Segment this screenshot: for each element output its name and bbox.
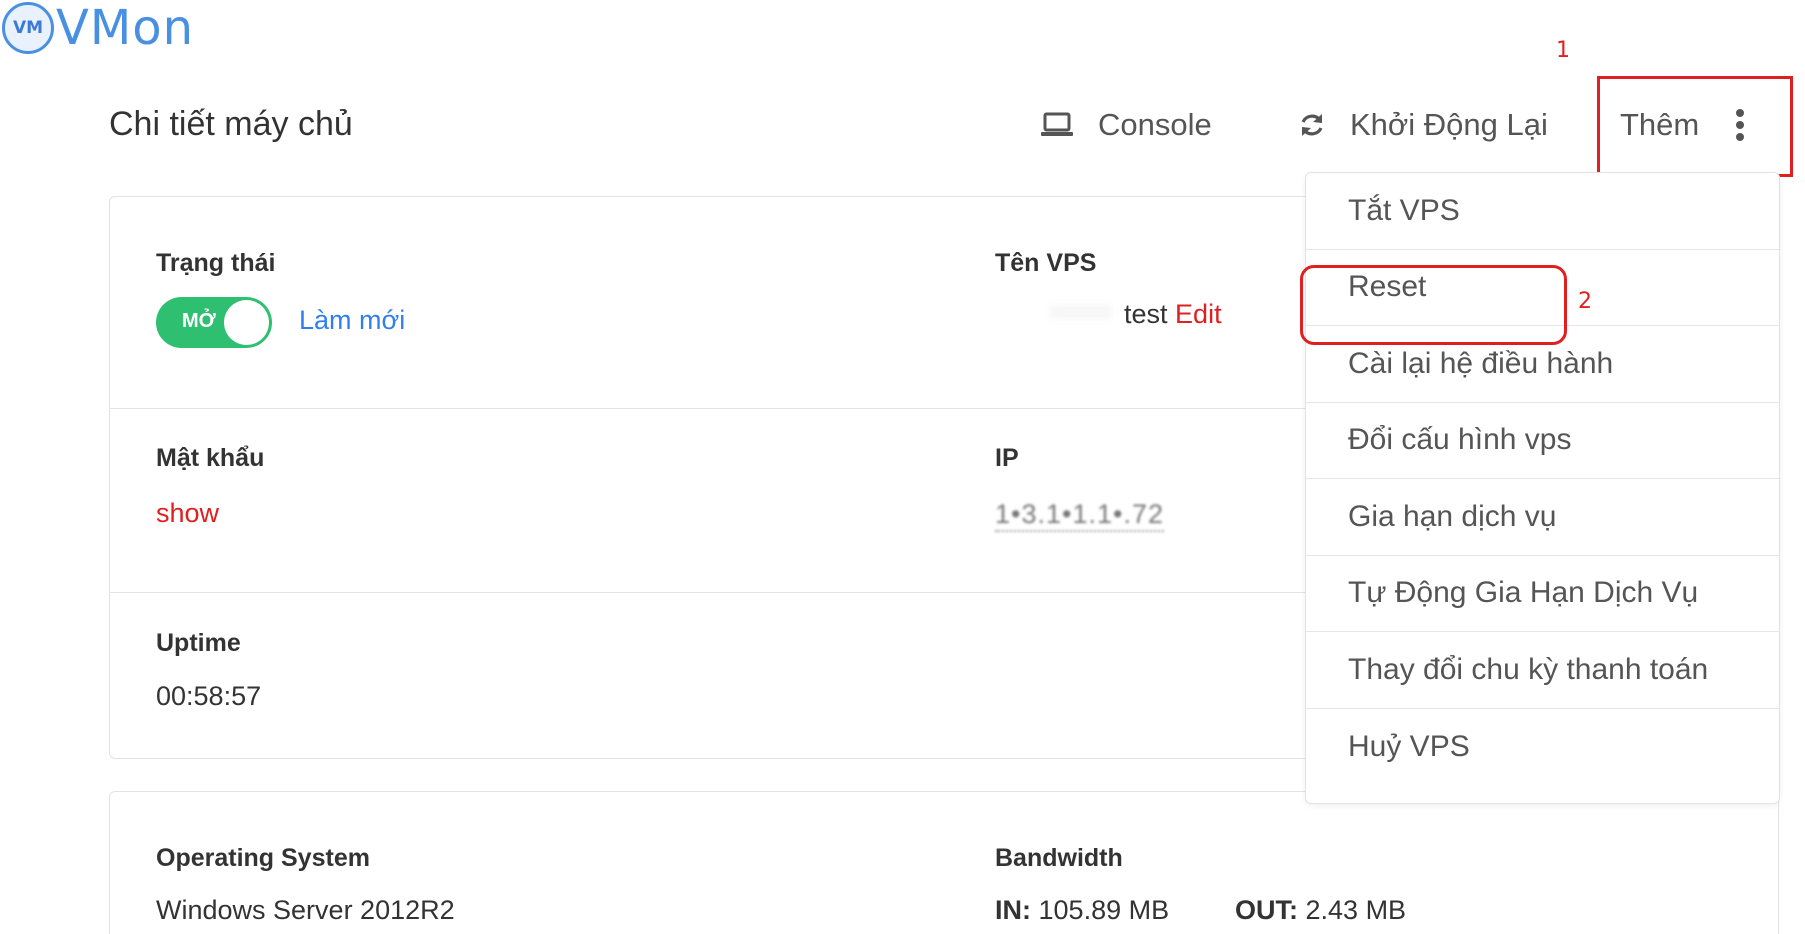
vmon-logo[interactable]: VM VMon bbox=[2, 2, 194, 54]
status-label: Trạng thái bbox=[156, 249, 276, 277]
annotation-box-more bbox=[1597, 76, 1793, 177]
menu-item-auto-renew[interactable]: Tự Động Gia Hạn Dịch Vụ bbox=[1306, 556, 1779, 632]
logo-badge: VM bbox=[2, 2, 54, 54]
ip-value: 1•3.1•1.1•.72 bbox=[995, 499, 1164, 532]
console-label: Console bbox=[1098, 107, 1212, 142]
page-title: Chi tiết máy chủ bbox=[109, 105, 353, 143]
redacted-area bbox=[1050, 305, 1112, 319]
menu-item-change-billing-cycle[interactable]: Thay đổi chu kỳ thanh toán bbox=[1306, 632, 1779, 709]
bandwidth-in: IN: 105.89 MB bbox=[995, 895, 1169, 926]
password-label: Mật khẩu bbox=[156, 444, 265, 472]
vps-name-label: Tên VPS bbox=[995, 249, 1097, 277]
reboot-label: Khởi Động Lại bbox=[1350, 107, 1548, 142]
bandwidth-label: Bandwidth bbox=[995, 844, 1123, 872]
console-button[interactable]: Console bbox=[1040, 107, 1212, 143]
annotation-box-reset bbox=[1300, 265, 1567, 345]
laptop-icon bbox=[1040, 112, 1074, 138]
bandwidth-out: OUT: 2.43 MB bbox=[1235, 895, 1406, 926]
bandwidth-out-label: OUT: bbox=[1235, 895, 1298, 925]
menu-item-renew-service[interactable]: Gia hạn dịch vụ bbox=[1306, 479, 1779, 556]
os-value: Windows Server 2012R2 bbox=[156, 895, 455, 925]
show-password-link[interactable]: show bbox=[156, 498, 219, 529]
refresh-icon bbox=[1298, 111, 1326, 139]
bandwidth-in-value: 105.89 MB bbox=[1038, 895, 1170, 925]
annotation-step-2: 2 bbox=[1578, 289, 1592, 314]
system-info-card: Operating System Windows Server 2012R2 B… bbox=[109, 791, 1779, 934]
annotation-step-1: 1 bbox=[1556, 38, 1570, 63]
logo-text: VMon bbox=[56, 0, 195, 56]
uptime-label: Uptime bbox=[156, 629, 241, 657]
ip-label: IP bbox=[995, 444, 1019, 472]
vps-name-value: test Edit bbox=[1124, 299, 1222, 330]
vps-detail-page: VM VMon Chi tiết máy chủ Console Khởi Độ… bbox=[0, 0, 1805, 934]
edit-name-link[interactable]: Edit bbox=[1175, 299, 1222, 329]
toggle-knob bbox=[224, 300, 269, 345]
vps-name-text: test bbox=[1124, 299, 1168, 329]
reboot-button[interactable]: Khởi Động Lại bbox=[1298, 107, 1548, 143]
os-label: Operating System bbox=[156, 844, 370, 872]
bandwidth-out-value: 2.43 MB bbox=[1305, 895, 1407, 925]
menu-item-shutdown-vps[interactable]: Tắt VPS bbox=[1306, 173, 1779, 250]
menu-item-change-config[interactable]: Đổi cấu hình vps bbox=[1306, 403, 1779, 479]
toggle-label: MỞ bbox=[182, 310, 216, 332]
refresh-link[interactable]: Làm mới bbox=[299, 305, 405, 336]
bandwidth-in-label: IN: bbox=[995, 895, 1031, 925]
power-toggle[interactable]: MỞ bbox=[156, 297, 272, 348]
menu-item-cancel-vps[interactable]: Huỷ VPS bbox=[1306, 709, 1779, 786]
uptime-value: 00:58:57 bbox=[156, 681, 262, 711]
